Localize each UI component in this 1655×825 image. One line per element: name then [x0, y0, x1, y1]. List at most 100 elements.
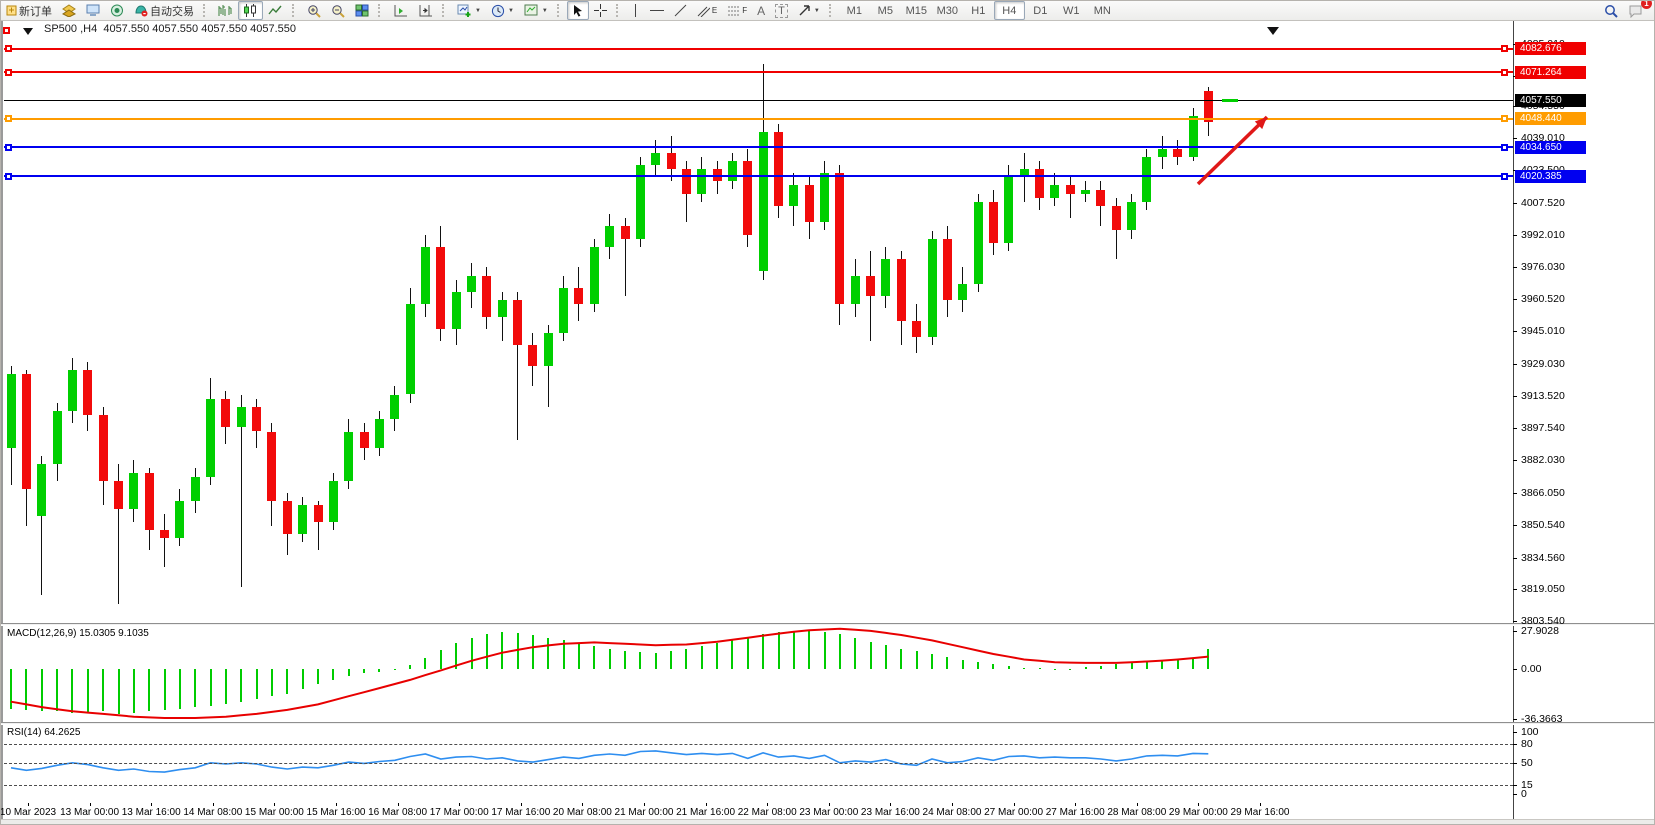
candle-body — [160, 530, 169, 538]
tf-m30-button[interactable]: M30 — [932, 1, 963, 20]
tf-h4-button[interactable]: H4 — [994, 1, 1025, 20]
label-tool[interactable]: T — [770, 1, 793, 20]
crosshair-icon — [594, 4, 607, 17]
navigator-button[interactable] — [105, 1, 129, 20]
channel-tool[interactable]: E — [692, 1, 722, 20]
crosshair-tool-button[interactable] — [589, 1, 612, 20]
candle-body — [314, 505, 323, 521]
market-watch-icon — [86, 4, 100, 17]
toolbar: 新订单 自动交易 — [1, 1, 1655, 21]
candle-wick — [1070, 177, 1071, 218]
tf-h1-button[interactable]: H1 — [963, 1, 994, 20]
dropdown-icon[interactable]: ▼ — [814, 8, 820, 14]
candle-body — [528, 345, 537, 366]
zoom-out-button[interactable] — [326, 1, 350, 20]
search-button[interactable] — [1599, 1, 1623, 20]
auto-scroll-icon — [393, 4, 408, 17]
horizontal-line-object[interactable] — [4, 146, 1513, 148]
templates-button[interactable]: ▼ — [519, 1, 553, 20]
candle-body — [68, 370, 77, 411]
candle-body — [974, 202, 983, 284]
arrows-tool[interactable]: ▼ — [793, 1, 825, 20]
tf-d1-button[interactable]: D1 — [1025, 1, 1056, 20]
candle-body — [544, 333, 553, 366]
dropdown-icon[interactable]: ▼ — [542, 8, 548, 14]
chart-title-ohlc: 4057.550 4057.550 4057.550 4057.550 — [103, 23, 296, 35]
candle-body — [1081, 190, 1090, 194]
candle-body — [697, 169, 706, 194]
candle-body — [1142, 157, 1151, 202]
vertical-line-icon — [631, 4, 640, 17]
tf-w1-button[interactable]: W1 — [1056, 1, 1087, 20]
line-handle[interactable] — [1501, 144, 1508, 151]
candle-body — [928, 239, 937, 337]
new-order-label: 新订单 — [19, 3, 52, 19]
line-chart-button[interactable] — [263, 1, 288, 20]
channel-letter: E — [712, 6, 717, 15]
rsi-level-line — [4, 744, 1513, 745]
line-handle[interactable] — [5, 45, 12, 52]
horizontal-line-object[interactable] — [4, 100, 1513, 101]
candle-body — [513, 300, 522, 345]
vertical-line-tool[interactable] — [626, 1, 645, 20]
dropdown-icon[interactable]: ▼ — [475, 8, 481, 14]
candle-body — [206, 399, 215, 477]
candle-body — [621, 226, 630, 238]
candle-body — [1173, 149, 1182, 157]
bar-chart-icon — [218, 4, 233, 17]
line-handle[interactable] — [5, 173, 12, 180]
market-watch-button[interactable] — [81, 1, 105, 20]
tf-m15-button[interactable]: M15 — [901, 1, 932, 20]
fibonacci-tool[interactable]: F — [722, 1, 752, 20]
price-line-badge: 4071.264 — [1515, 66, 1586, 79]
chart-shift-icon — [418, 4, 433, 17]
line-handle[interactable] — [1501, 115, 1508, 122]
candle-body — [252, 407, 261, 432]
charts-profile-button[interactable] — [57, 1, 81, 20]
horizontal-line-object[interactable] — [4, 175, 1513, 177]
line-handle[interactable] — [5, 144, 12, 151]
candle-body — [881, 259, 890, 296]
line-handle[interactable] — [5, 69, 12, 76]
text-tool[interactable]: A — [752, 1, 770, 20]
candle-body — [145, 473, 154, 530]
tf-mn-button[interactable]: MN — [1087, 1, 1118, 20]
candle-body — [22, 374, 31, 489]
candle-body — [1004, 177, 1013, 243]
toolbar-grip — [616, 4, 623, 17]
title-line-handle[interactable] — [3, 27, 10, 34]
candlestick-chart-button[interactable] — [238, 1, 263, 20]
tf-m1-button[interactable]: M1 — [839, 1, 870, 20]
tile-windows-button[interactable] — [350, 1, 374, 20]
tf-m5-button[interactable]: M5 — [870, 1, 901, 20]
candle-body — [1127, 202, 1136, 231]
auto-scroll-button[interactable] — [388, 1, 413, 20]
indicators-button[interactable]: ▼ — [452, 1, 486, 20]
text-tool-icon: A — [757, 4, 765, 18]
horizontal-line-tool[interactable] — [645, 1, 669, 20]
auto-trading-button[interactable]: 自动交易 — [129, 1, 199, 20]
price-line-badge: 4048.440 — [1515, 112, 1586, 125]
chart-layer: 4085.0104069.5204054.5504039.0104023.500… — [1, 20, 1655, 825]
line-handle[interactable] — [1501, 69, 1508, 76]
candle-body — [682, 169, 691, 194]
macd-label: MACD(12,26,9) 15.0305 9.1035 — [7, 628, 149, 639]
periods-button[interactable]: ▼ — [486, 1, 519, 20]
line-handle[interactable] — [5, 115, 12, 122]
candle-body — [728, 161, 737, 182]
line-handle[interactable] — [1501, 45, 1508, 52]
bar-chart-button[interactable] — [213, 1, 238, 20]
line-handle[interactable] — [1501, 173, 1508, 180]
cursor-tool-button[interactable] — [567, 1, 589, 20]
horizontal-line-object[interactable] — [4, 118, 1513, 120]
dropdown-icon[interactable]: ▼ — [508, 8, 514, 14]
chart-shift-button[interactable] — [413, 1, 438, 20]
zoom-in-button[interactable] — [302, 1, 326, 20]
notifications-button[interactable]: 1 — [1623, 1, 1648, 20]
horizontal-line-object[interactable] — [4, 71, 1513, 73]
candle-body — [866, 276, 875, 297]
horizontal-line-object[interactable] — [4, 48, 1513, 50]
rsi-label: RSI(14) 64.2625 — [7, 727, 80, 738]
trendline-tool[interactable] — [669, 1, 692, 20]
new-order-button[interactable]: 新订单 — [1, 1, 57, 20]
